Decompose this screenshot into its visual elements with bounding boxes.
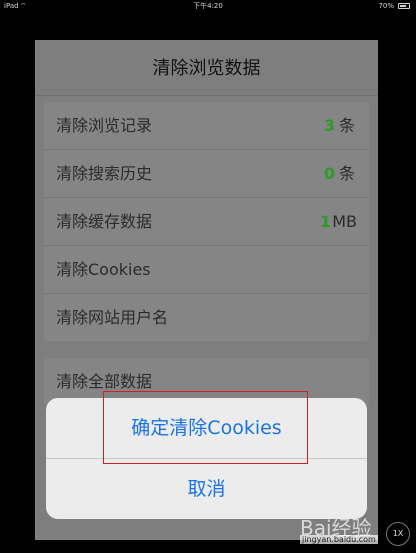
watermark-url: jingyan.baidu.com xyxy=(300,535,378,544)
zoom-badge: 1X xyxy=(386,522,410,546)
row-label: 清除网站用户名 xyxy=(56,308,169,327)
clear-options-list: 清除浏览记录 3 条 清除搜索历史 0 条 清除缓存数据 1 MB 清除Cook… xyxy=(44,102,369,341)
row-count: 3 xyxy=(323,116,335,135)
clear-history-row[interactable]: 清除浏览记录 3 条 xyxy=(44,102,369,150)
row-label: 清除Cookies xyxy=(56,260,151,279)
row-label: 清除搜索历史 xyxy=(56,164,153,183)
battery-percent: 70% xyxy=(378,2,394,10)
highlight-box xyxy=(103,391,308,464)
clear-site-usernames-row[interactable]: 清除网站用户名 xyxy=(44,294,369,341)
clear-cache-row[interactable]: 清除缓存数据 1 MB xyxy=(44,198,369,246)
row-unit: MB xyxy=(332,212,357,231)
status-time: 下午4:20 xyxy=(193,2,223,10)
clear-cookies-row[interactable]: 清除Cookies xyxy=(44,246,369,294)
status-bar: iPad ⌔ 下午4:20 70% xyxy=(0,0,416,12)
row-label: 清除缓存数据 xyxy=(56,212,153,231)
row-unit: 条 xyxy=(338,116,355,135)
row-label: 清除浏览记录 xyxy=(56,116,153,135)
row-unit: 条 xyxy=(338,164,355,183)
title-divider xyxy=(35,95,378,96)
cancel-button[interactable]: 取消 xyxy=(46,459,367,519)
battery-level xyxy=(400,5,406,7)
sheet-title: 清除浏览数据 xyxy=(152,58,261,79)
row-count: 1 xyxy=(319,212,331,231)
battery-icon xyxy=(398,3,410,9)
clear-search-history-row[interactable]: 清除搜索历史 0 条 xyxy=(44,150,369,198)
row-count: 0 xyxy=(323,164,335,183)
